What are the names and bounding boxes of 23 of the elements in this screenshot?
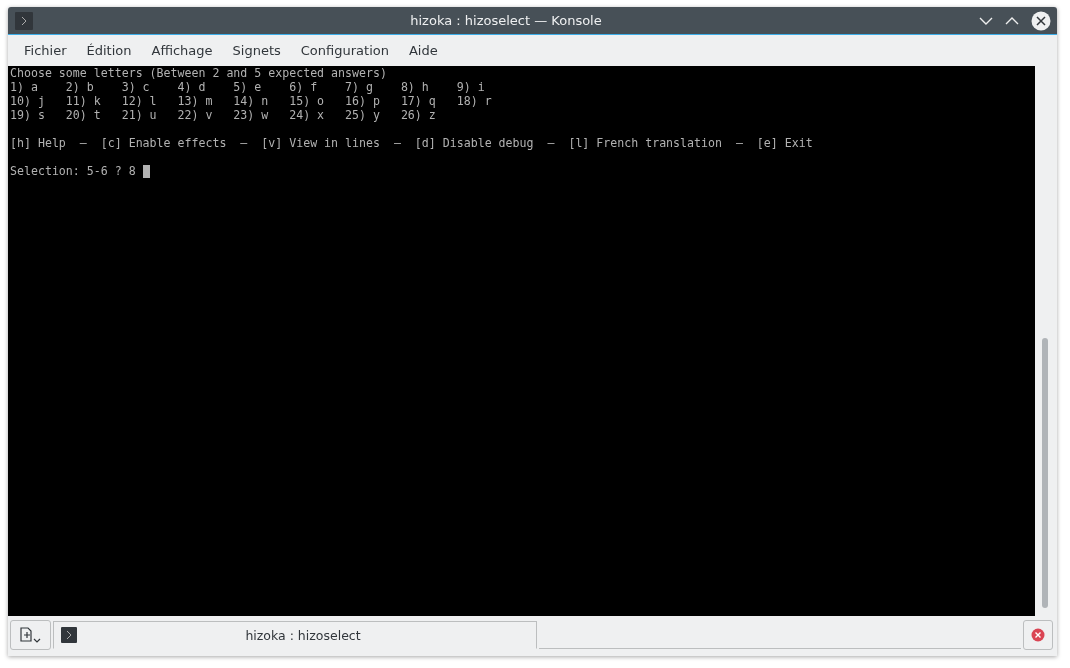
menu-item[interactable]: Fichier [14, 43, 77, 58]
maximize-icon[interactable] [1005, 15, 1019, 26]
terminal-line: 10) j 11) k 12) l 13) m 14) n 15) o 16) p 17) q 18) r [10, 94, 492, 108]
new-tab-button[interactable] [10, 620, 51, 650]
minimize-icon[interactable] [979, 15, 993, 26]
terminal-icon [61, 627, 77, 643]
menu-item[interactable]: Aide [398, 43, 448, 58]
terminal-line: Choose some letters (Between 2 and 5 expected answers) [10, 66, 387, 80]
window-title: hizoka : hizoselect — Konsole [409, 13, 603, 28]
menu-item[interactable]: Signets [222, 43, 291, 58]
terminal-icon [15, 11, 33, 30]
new-tab-icon [18, 625, 43, 645]
terminal-tab[interactable]: hizoka : hizoselect [53, 621, 537, 649]
close-icon [1031, 628, 1045, 642]
terminal-line: 1) a 2) b 3) c 4) d 5) e 6) f 7) g 8) h 9) i [10, 80, 485, 94]
menu-item[interactable]: Édition [76, 43, 142, 58]
menu-item[interactable]: Configuration [290, 43, 399, 58]
prompt-line: Selection: 5-6 ? 8 [10, 164, 136, 178]
menu-item[interactable]: Affichage [141, 43, 223, 58]
close-tab-button[interactable] [1023, 620, 1053, 650]
terminal-line: 19) s 20) t 21) u 22) v 23) w 24) x 25) y 26) z [10, 108, 436, 122]
terminal-line: [h] Help – [c] Enable effects – [v] View in lines – [d] Disable debug – [l] French translation – [e] Exit [10, 136, 813, 150]
close-icon[interactable] [1031, 10, 1051, 31]
